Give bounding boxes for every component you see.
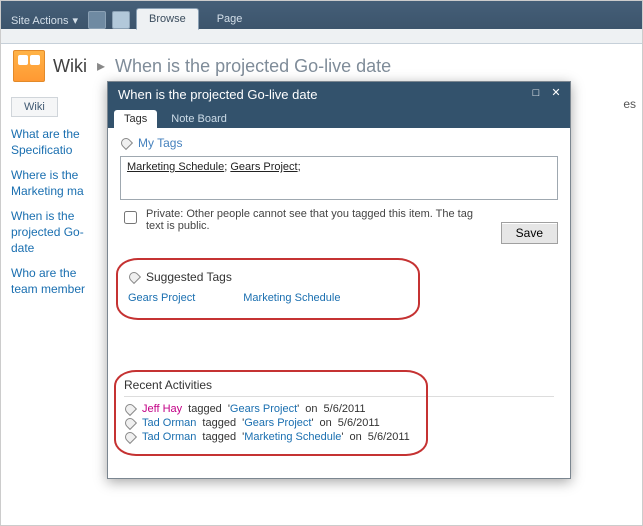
activity-date: 5/6/2011	[368, 431, 410, 443]
dialog-tabs: Tags Note Board	[108, 106, 570, 128]
recent-activities-section: Recent Activities Jeff Hay tagged 'Gears…	[120, 376, 558, 453]
activity-user-link[interactable]: Jeff Hay	[142, 403, 182, 415]
navigate-up-icon[interactable]	[88, 11, 106, 29]
left-nav-item[interactable]: What are the Specificatio	[11, 127, 99, 158]
truncated-text: es	[623, 97, 636, 111]
ribbon: Site Actions ▾ Browse Page	[1, 1, 642, 29]
site-actions-menu[interactable]: Site Actions ▾	[7, 12, 82, 29]
dialog-title: When is the projected Go-live date	[118, 87, 524, 102]
tag-icon	[120, 137, 132, 149]
ribbon-lower	[1, 29, 642, 44]
left-nav-item[interactable]: Where is the Marketing ma	[11, 168, 99, 199]
tag-icon	[124, 417, 136, 429]
tab-note-board[interactable]: Note Board	[161, 110, 237, 128]
left-nav: Wiki What are the Specificatio Where is …	[11, 97, 99, 297]
suggested-tags-heading: Suggested Tags	[146, 270, 232, 284]
tab-tags[interactable]: Tags	[114, 110, 157, 128]
private-label: Private: Other people cannot see that yo…	[146, 208, 476, 232]
dialog-titlebar: When is the projected Go-live date □ ✕	[108, 82, 570, 106]
activity-row: Tad Orman tagged 'Marketing Schedule' on…	[124, 431, 554, 443]
divider	[124, 396, 554, 397]
activity-user-link[interactable]: Tad Orman	[142, 417, 196, 429]
site-actions-label: Site Actions	[11, 15, 68, 27]
activity-user-link[interactable]: Tad Orman	[142, 431, 196, 443]
edit-page-icon[interactable]	[112, 11, 130, 29]
suggested-tag-link[interactable]: Marketing Schedule	[243, 292, 340, 304]
ribbon-tab-browse[interactable]: Browse	[136, 8, 199, 30]
activity-row: Tad Orman tagged 'Gears Project' on 5/6/…	[124, 417, 554, 429]
activity-date: 5/6/2011	[338, 417, 380, 429]
activity-row: Jeff Hay tagged 'Gears Project' on 5/6/2…	[124, 403, 554, 415]
activity-tag-link[interactable]: Gears Project	[244, 417, 311, 429]
left-tab-wiki[interactable]: Wiki	[11, 97, 58, 117]
tags-dialog: When is the projected Go-live date □ ✕ T…	[107, 81, 571, 479]
tag-icon	[124, 403, 136, 415]
tag-icon	[128, 271, 140, 283]
page-title: When is the projected Go-live date	[115, 56, 391, 77]
annotation-oval	[116, 258, 420, 320]
breadcrumb-library[interactable]: Wiki	[53, 56, 87, 77]
left-nav-item[interactable]: Who are the team member	[11, 266, 99, 297]
breadcrumb-separator-icon: ▸	[97, 56, 105, 76]
activity-date: 5/6/2011	[324, 403, 366, 415]
save-button[interactable]: Save	[501, 222, 558, 244]
tags-input[interactable]: Marketing Schedule; Gears Project;	[120, 156, 558, 200]
recent-activities-heading: Recent Activities	[124, 378, 212, 392]
chevron-down-icon: ▾	[72, 14, 78, 27]
close-icon[interactable]: ✕	[548, 87, 564, 101]
my-tags-link[interactable]: My Tags	[138, 136, 182, 150]
activity-tag-link[interactable]: Marketing Schedule	[244, 431, 341, 443]
maximize-icon[interactable]: □	[528, 87, 544, 101]
tag-icon	[124, 431, 136, 443]
ribbon-tab-page[interactable]: Page	[205, 9, 255, 29]
tag-value: Marketing Schedule	[127, 161, 224, 173]
suggested-tag-link[interactable]: Gears Project	[128, 292, 195, 304]
private-checkbox[interactable]	[124, 211, 137, 224]
left-nav-item[interactable]: When is the projected Go-date	[11, 209, 99, 256]
suggested-tags-section: Suggested Tags Gears Project Marketing S…	[120, 266, 558, 320]
wiki-library-icon	[13, 50, 45, 82]
tag-value: Gears Project	[230, 161, 297, 173]
activity-tag-link[interactable]: Gears Project	[230, 403, 297, 415]
